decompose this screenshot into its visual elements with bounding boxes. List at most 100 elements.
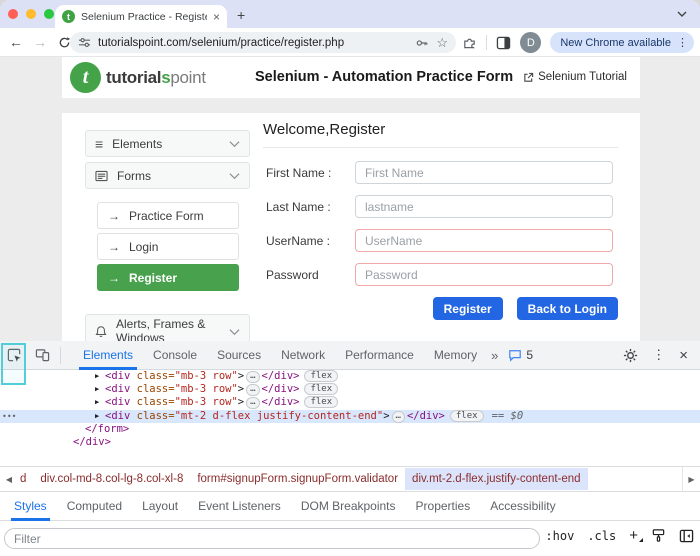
bookmark-star-icon[interactable]: ☆ <box>436 35 448 51</box>
selenium-tutorial-link[interactable]: Selenium Tutorial <box>523 71 627 83</box>
tab-accessibility[interactable]: Accessibility <box>480 492 565 521</box>
sidebar-item-alerts-frames-windows[interactable]: Alerts, Frames & Windows <box>85 314 250 341</box>
sidebar-accordion: ≡ Elements Forms → Practice Form → <box>85 130 250 341</box>
tab-event-listeners[interactable]: Event Listeners <box>188 492 291 521</box>
collapsed-content-icon[interactable]: … <box>246 371 259 383</box>
sidebar-item-forms[interactable]: Forms <box>85 162 250 189</box>
address-bar: ← → tutorialspoint.com/selenium/practice… <box>0 28 700 57</box>
tag-close: </div> <box>73 436 111 448</box>
breadcrumb-item[interactable]: form#signupForm.signupForm.validator <box>190 468 405 490</box>
flex-badge[interactable]: flex <box>304 396 338 408</box>
username-input[interactable] <box>355 229 613 252</box>
back-button[interactable]: ← <box>4 34 28 50</box>
selenium-tutorial-label: Selenium Tutorial <box>538 71 627 83</box>
tab-console[interactable]: Console <box>143 341 207 370</box>
tab-layout[interactable]: Layout <box>132 492 188 521</box>
last-name-input[interactable] <box>355 195 613 218</box>
toggle-sidebar-panel-icon[interactable] <box>679 529 694 543</box>
tab-performance[interactable]: Performance <box>335 341 424 370</box>
breadcrumb-item[interactable]: d <box>18 468 33 490</box>
forward-button[interactable]: → <box>28 34 52 50</box>
attr-value: "mb-3 row" <box>175 383 238 395</box>
dom-node-row[interactable]: </div> <box>0 436 700 449</box>
chevron-down-icon <box>229 140 240 148</box>
tab-computed[interactable]: Computed <box>57 492 132 521</box>
rendering-emulation-icon[interactable] <box>651 528 666 543</box>
sidebar-item-login[interactable]: → Login <box>97 233 239 260</box>
breadcrumb-scroll-left-icon[interactable]: ◀ <box>0 475 18 484</box>
form-buttons: Register Back to Login <box>263 297 618 320</box>
toggle-classes-button[interactable]: .cls <box>587 529 616 543</box>
register-button[interactable]: Register <box>433 297 503 320</box>
breadcrumb-item-selected[interactable]: div.mt-2.d-flex.justify-content-end <box>405 468 588 490</box>
tab-sources[interactable]: Sources <box>207 341 271 370</box>
tag-close: </form> <box>85 423 129 435</box>
browser-tab[interactable]: t Selenium Practice - Register × <box>55 5 227 28</box>
first-name-row: First Name : <box>263 161 618 184</box>
devtools-close-icon[interactable]: × <box>679 347 688 364</box>
tab-network[interactable]: Network <box>271 341 335 370</box>
tab-close-icon[interactable]: × <box>213 10 220 24</box>
extensions-puzzle-icon[interactable] <box>462 35 477 50</box>
tag-open: <div <box>105 410 130 422</box>
dom-node-row[interactable]: ▶<div class="mb-3 row">…</div>flex <box>0 370 700 383</box>
tutorialspoint-logo[interactable]: t tutorialspoint <box>70 62 206 93</box>
settings-gear-icon[interactable] <box>623 348 638 363</box>
omnibox[interactable]: tutorialspoint.com/selenium/practice/reg… <box>70 32 456 53</box>
dom-node-row-selected[interactable]: ••• ▶<div class="mt-2 d-flex justify-con… <box>0 410 700 423</box>
device-toolbar-icon[interactable] <box>28 348 56 362</box>
sidebar-item-register[interactable]: → Register <box>97 264 239 291</box>
elements-label: Elements <box>112 137 220 151</box>
hamburger-icon: ≡ <box>95 136 103 152</box>
breadcrumb-item[interactable]: div.col-md-8.col-lg-8.col-xl-8 <box>33 468 190 490</box>
password-input[interactable] <box>355 263 613 286</box>
tab-styles[interactable]: Styles <box>4 492 57 521</box>
profile-avatar[interactable]: D <box>520 32 541 53</box>
site-settings-icon[interactable] <box>78 36 91 49</box>
back-to-login-button[interactable]: Back to Login <box>517 297 618 320</box>
new-style-rule-button[interactable]: + <box>629 527 638 544</box>
sidebar-item-practice-form[interactable]: → Practice Form <box>97 202 239 229</box>
browser-menu-kebab-icon[interactable]: ⋮ <box>677 36 688 49</box>
expand-arrow-icon[interactable]: ▶ <box>95 396 105 409</box>
dom-node-row[interactable]: ▶<div class="mb-3 row">…</div>flex <box>0 383 700 396</box>
tab-search-chevron-icon[interactable] <box>676 8 688 20</box>
expand-arrow-icon[interactable]: ▶ <box>95 410 105 423</box>
collapsed-content-icon[interactable]: … <box>246 397 259 409</box>
breadcrumb-scroll-right-icon[interactable]: ▶ <box>682 467 700 491</box>
minimize-window-button[interactable] <box>26 9 36 19</box>
sidebar-item-elements[interactable]: ≡ Elements <box>85 130 250 157</box>
first-name-input[interactable] <box>355 161 613 184</box>
attr-name: class= <box>130 396 174 408</box>
expand-arrow-icon[interactable]: ▶ <box>95 370 105 383</box>
devtools-menu-kebab-icon[interactable]: ⋮ <box>652 347 665 363</box>
dom-node-row[interactable]: ▶<div class="mb-3 row">…</div>flex <box>0 396 700 409</box>
side-panel-icon[interactable] <box>496 36 511 50</box>
tab-properties[interactable]: Properties <box>406 492 481 521</box>
more-tabs-icon[interactable]: » <box>487 348 502 363</box>
address-bar-right-icons: D New Chrome available ⋮ <box>462 31 694 54</box>
gutter-more-icon[interactable]: ••• <box>2 410 16 423</box>
password-key-icon[interactable] <box>415 36 429 50</box>
practice-form-label: Practice Form <box>129 209 204 223</box>
url-text[interactable]: tutorialspoint.com/selenium/practice/reg… <box>98 37 408 49</box>
flex-badge[interactable]: flex <box>450 410 484 422</box>
expand-arrow-icon[interactable]: ▶ <box>95 383 105 396</box>
close-window-button[interactable] <box>8 9 18 19</box>
maximize-window-button[interactable] <box>44 9 54 19</box>
flex-badge[interactable]: flex <box>304 370 338 382</box>
issues-counter[interactable]: 5 <box>508 348 533 362</box>
flex-badge[interactable]: flex <box>304 383 338 395</box>
tutorialspoint-logo-icon: t <box>70 62 101 93</box>
bell-icon <box>95 325 107 338</box>
collapsed-content-icon[interactable]: … <box>392 411 405 423</box>
tab-dom-breakpoints[interactable]: DOM Breakpoints <box>291 492 406 521</box>
tab-elements[interactable]: Elements <box>73 341 143 370</box>
toggle-hover-state-button[interactable]: :hov <box>545 529 574 543</box>
dom-node-row[interactable]: </form> <box>0 423 700 436</box>
update-chrome-button[interactable]: New Chrome available ⋮ <box>550 32 694 53</box>
collapsed-content-icon[interactable]: … <box>246 384 259 396</box>
styles-filter-input[interactable] <box>4 528 540 549</box>
new-tab-button[interactable]: + <box>237 7 245 23</box>
tab-memory[interactable]: Memory <box>424 341 487 370</box>
